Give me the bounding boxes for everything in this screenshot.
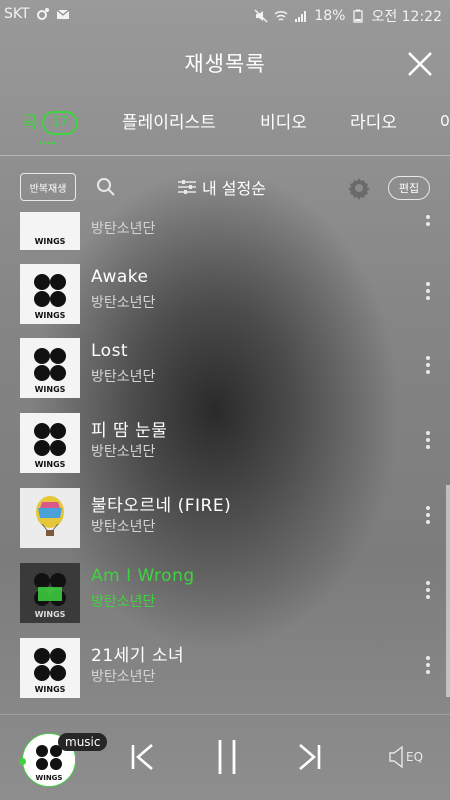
more-options-icon[interactable]: [425, 506, 431, 528]
toolbar: 반복재생 내 설정순 편집: [0, 168, 450, 206]
song-artist: 방탄소년단: [91, 519, 156, 535]
edit-button[interactable]: 편집: [388, 176, 430, 200]
tab-bar: 곡 17 플레이리스트 비디오 라디오 아: [0, 108, 450, 148]
music-badge: music: [58, 733, 108, 751]
list-item[interactable]: [0, 706, 450, 714]
song-title: 21세기 소녀: [91, 646, 185, 666]
list-item[interactable]: WINGS Lost 방탄소년단: [0, 330, 450, 402]
album-art-label: WINGS: [35, 311, 66, 320]
sort-filter-icon: [178, 180, 196, 194]
sort-label: 내 설정순: [202, 179, 266, 198]
tab-songs[interactable]: 곡 17: [22, 108, 79, 135]
clock: 오전 12:22: [371, 9, 442, 25]
album-art: WINGS: [20, 638, 80, 698]
divider: [0, 155, 450, 156]
album-art-label: WINGS: [35, 685, 66, 694]
album-art-label: WINGS: [35, 385, 66, 394]
battery-percent: 18%: [314, 8, 346, 24]
previous-icon[interactable]: [130, 741, 156, 773]
song-title: Am I Wrong: [91, 566, 195, 586]
song-count-badge: 17: [41, 111, 79, 135]
more-options-icon[interactable]: [425, 282, 431, 304]
search-icon[interactable]: [96, 177, 116, 197]
song-list: WINGS 방탄소년단 WINGS Awake 방탄소년단 WINGS Lost…: [0, 212, 450, 714]
song-artist: 방탄소년단: [91, 594, 156, 610]
song-title: 피 땀 눈물: [91, 421, 168, 441]
speaker-icon: [389, 745, 403, 769]
repeat-button[interactable]: 반복재생: [20, 173, 76, 201]
list-item[interactable]: WINGS Awake 방탄소년단: [0, 256, 450, 328]
tab-video[interactable]: 비디오: [260, 108, 307, 133]
edit-label: 편집: [398, 182, 420, 195]
close-icon[interactable]: [406, 50, 434, 78]
mail-icon: [56, 9, 69, 19]
eq-button[interactable]: EQ: [388, 745, 423, 769]
song-artist: 방탄소년단: [91, 444, 156, 460]
tab-playlist[interactable]: 플레이리스트: [122, 108, 216, 133]
header: 재생목록: [0, 40, 450, 86]
song-title: Awake: [91, 267, 149, 287]
more-options-icon[interactable]: [425, 431, 431, 453]
more-options-icon[interactable]: [425, 581, 431, 603]
album-art: WINGS: [20, 413, 80, 473]
more-options-icon[interactable]: [425, 356, 431, 378]
battery-icon: [353, 9, 364, 23]
tab-more[interactable]: 아: [440, 108, 450, 133]
song-title: Lost: [91, 341, 129, 361]
wifi-icon: [274, 10, 288, 21]
progress-indicator[interactable]: [19, 758, 26, 765]
mute-icon: [254, 9, 268, 23]
page-title: 재생목록: [184, 52, 266, 76]
eq-label: EQ: [406, 750, 424, 764]
song-artist: 방탄소년단: [91, 369, 156, 385]
song-title: 불타오르네 (FIRE): [91, 496, 232, 516]
scrollbar[interactable]: [446, 485, 450, 697]
album-art: WINGS: [20, 264, 80, 324]
gear-icon[interactable]: [347, 176, 371, 200]
song-artist: 방탄소년단: [91, 221, 156, 237]
carrier-label: SKT: [4, 6, 30, 22]
album-art-label: WINGS: [35, 237, 66, 246]
settings-notification-icon: [36, 8, 49, 20]
song-artist: 방탄소년단: [91, 669, 156, 685]
status-bar: SKT 18% 오전 12:22: [0, 0, 450, 30]
more-options-icon[interactable]: [425, 212, 431, 230]
tab-radio[interactable]: 라디오: [350, 108, 397, 133]
list-item[interactable]: WINGS 피 땀 눈물 방탄소년단: [0, 405, 450, 477]
active-tab-indicator: [40, 142, 56, 148]
album-art: WINGS: [20, 212, 80, 250]
album-art-label: WINGS: [35, 460, 66, 469]
more-options-icon[interactable]: [425, 656, 431, 678]
repeat-label: 반복재생: [29, 183, 67, 195]
sort-button[interactable]: 내 설정순: [178, 175, 266, 199]
album-art-label: WINGS: [35, 610, 66, 619]
album-art: WINGS: [20, 338, 80, 398]
list-item[interactable]: 불타오르네 (FIRE) 방탄소년단: [0, 480, 450, 552]
mini-player: WINGS music EQ: [0, 715, 450, 800]
list-item-now-playing[interactable]: WINGS Am I Wrong 방탄소년단: [0, 555, 450, 627]
signal-icon: [295, 11, 307, 22]
album-art: WINGS: [20, 563, 80, 623]
list-item[interactable]: WINGS 21세기 소녀 방탄소년단: [0, 630, 450, 702]
tab-label: 곡: [22, 113, 38, 133]
pause-icon[interactable]: [215, 738, 239, 776]
list-item[interactable]: WINGS 방탄소년단: [0, 212, 450, 254]
album-art-balloon: [20, 488, 80, 548]
song-artist: 방탄소년단: [91, 295, 156, 311]
mini-art-label: WINGS: [36, 774, 63, 782]
next-icon[interactable]: [296, 741, 322, 773]
